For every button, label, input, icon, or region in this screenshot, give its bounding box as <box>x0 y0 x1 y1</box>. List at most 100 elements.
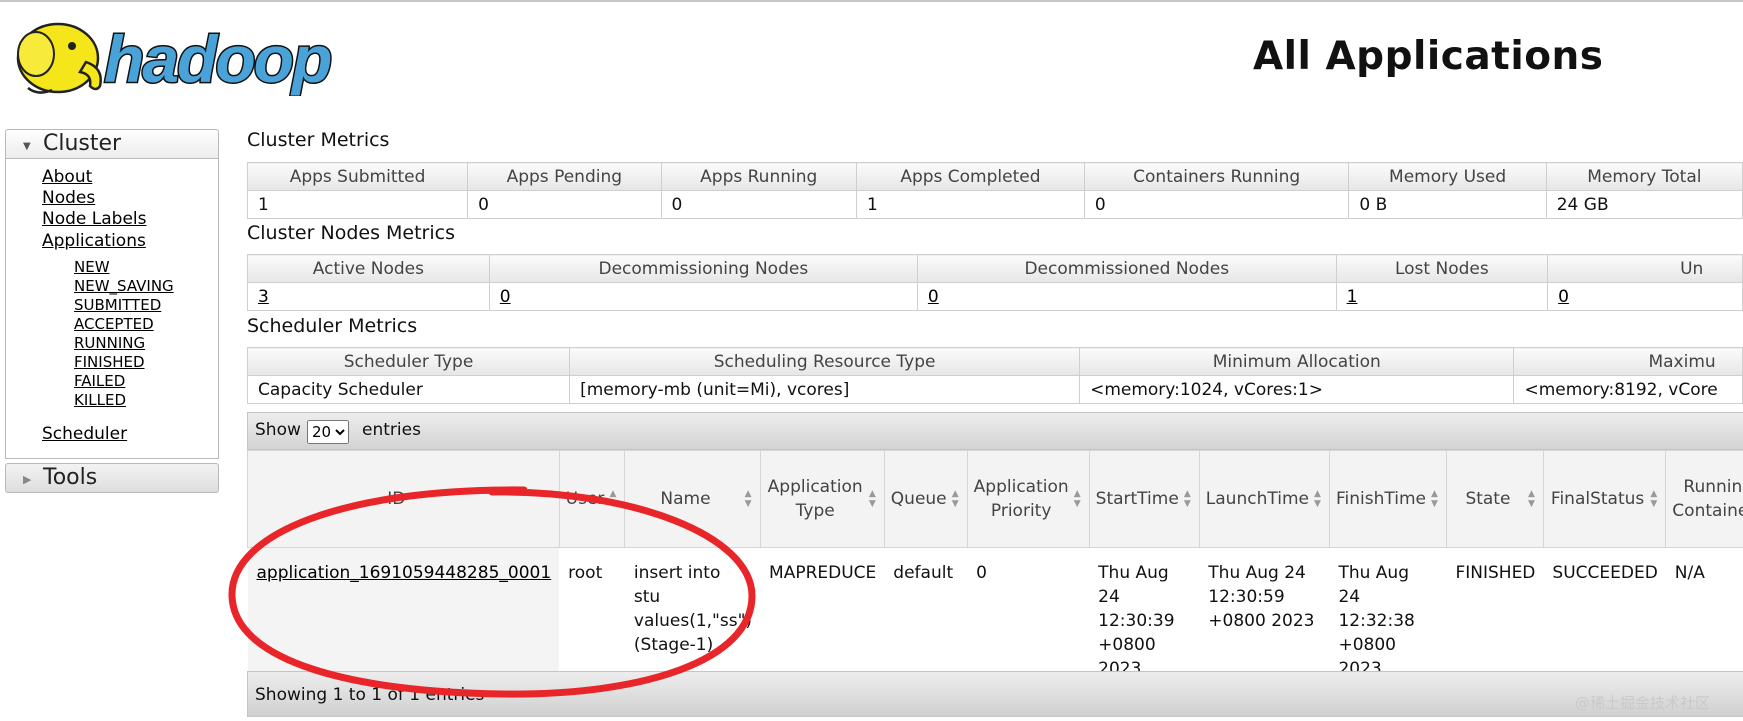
nav-applications-link[interactable]: Applications <box>42 231 146 251</box>
page-title: All Applications <box>1253 34 1604 79</box>
show-label: Show <box>255 420 301 440</box>
metric-value: <memory:1024, vCores:1> <box>1079 375 1515 404</box>
unhealthy-nodes-link[interactable]: 0 <box>1558 287 1569 307</box>
tools-nav-header[interactable]: ▶ Tools <box>5 463 219 493</box>
cell-starttime: Thu Aug 24 12:30:39 +0800 2023 <box>1089 547 1200 690</box>
metric-header: Minimum Allocation <box>1079 347 1515 376</box>
col-header-state[interactable]: State ▲ ▼ <box>1445 450 1544 548</box>
col-header-finishtime[interactable]: FinishTime ▲ ▼ <box>1328 450 1447 548</box>
watermark-text: @稀土掘金技术社区 <box>1575 694 1711 712</box>
sort-icon: ▲ ▼ <box>1527 489 1535 509</box>
col-header-type[interactable]: Application Type ▲ ▼ <box>759 450 885 548</box>
content-area: Cluster Metrics Apps Submitted Apps Pend… <box>0 0 1743 721</box>
metric-header: Decommissioning Nodes <box>488 254 918 283</box>
nodes-metrics-table: Active Nodes Decommissioning Nodes Decom… <box>247 254 1743 311</box>
applications-table: ID ◆ User ▲ ▼ Name ▲ ▼ Application Type ▲ ▼ Que… <box>247 450 1743 690</box>
top-border <box>0 0 1743 2</box>
decommissioning-nodes-link[interactable]: 0 <box>500 287 511 307</box>
metric-header: Lost Nodes <box>1335 254 1549 283</box>
cluster-nav-label: Cluster <box>43 131 122 156</box>
metric-header: Scheduling Resource Type <box>569 347 1081 376</box>
metric-value: 0 <box>660 190 857 219</box>
metric-header: Apps Pending <box>467 162 662 191</box>
cell-user: root <box>559 547 625 690</box>
metric-header: Active Nodes <box>247 254 490 283</box>
sort-icon: ▲ ▼ <box>744 489 752 509</box>
sort-icon: ▲ ▼ <box>951 489 959 509</box>
nav-nodes-link[interactable]: Nodes <box>42 188 95 208</box>
decommissioned-nodes-link[interactable]: 0 <box>928 287 939 307</box>
nav-about-link[interactable]: About <box>42 167 92 187</box>
nav-state-running-link[interactable]: RUNNING <box>74 334 145 352</box>
sort-icon: ◆ <box>543 489 551 499</box>
metric-header: Apps Completed <box>855 162 1085 191</box>
elephant-icon <box>16 22 102 94</box>
nav-state-failed-link[interactable]: FAILED <box>74 372 125 390</box>
metric-value: 24 GB <box>1545 190 1743 219</box>
lost-nodes-link[interactable]: 1 <box>1347 287 1358 307</box>
cluster-nav-header[interactable]: ▼ Cluster <box>5 129 219 159</box>
sort-icon: ▲ ▼ <box>609 489 617 509</box>
nav-state-submitted-link[interactable]: SUBMITTED <box>74 296 161 314</box>
col-header-queue[interactable]: Queue ▲ ▼ <box>883 450 968 548</box>
cell-finishtime: Thu Aug 24 12:32:38 +0800 2023 <box>1329 547 1447 690</box>
metric-value: <memory:8192, vCore <box>1513 375 1743 404</box>
scheduler-metrics-title: Scheduler Metrics <box>247 315 418 337</box>
cell-launchtime: Thu Aug 24 12:30:59 +0800 2023 <box>1199 547 1330 690</box>
application-id-link[interactable]: application_1691059448285_0001 <box>257 563 552 583</box>
cell-name: insert into stu values(1,"ss") (Stage-1) <box>624 547 761 690</box>
expand-triangle-icon: ▶ <box>23 473 32 486</box>
cluster-metrics-table: Apps Submitted Apps Pending Apps Running… <box>246 162 1743 219</box>
sort-icon: ▲ ▼ <box>1650 489 1658 509</box>
sort-icon: ▲ ▼ <box>1431 489 1438 509</box>
sort-icon: ▲ ▼ <box>868 489 876 509</box>
metric-value: 0 B <box>1348 190 1547 219</box>
metric-header: Un <box>1547 254 1743 283</box>
col-header-user[interactable]: User ▲ ▼ <box>558 450 626 548</box>
sort-icon: ▲ ▼ <box>1314 489 1321 509</box>
metric-header: Containers Running <box>1083 162 1350 191</box>
col-header-priority[interactable]: Application Priority ▲ ▼ <box>966 450 1090 548</box>
metric-value: [memory-mb (unit=Mi), vcores] <box>569 375 1081 404</box>
metric-value: 1 <box>855 190 1085 219</box>
logo-wordmark: hadoop <box>104 22 331 96</box>
nodes-metrics-title: Cluster Nodes Metrics <box>247 222 455 244</box>
cell-state: FINISHED <box>1446 547 1544 690</box>
tools-nav-label: Tools <box>43 465 98 490</box>
col-header-launchtime[interactable]: LaunchTime ▲ ▼ <box>1198 450 1330 548</box>
sort-icon: ▲ ▼ <box>1183 489 1191 509</box>
nav-node-labels-link[interactable]: Node Labels <box>42 209 147 229</box>
nav-state-new-link[interactable]: NEW <box>74 258 110 276</box>
cell-type: MAPREDUCE <box>760 547 885 690</box>
nav-scheduler-link[interactable]: Scheduler <box>42 424 127 444</box>
collapse-triangle-icon: ▼ <box>23 141 31 152</box>
metric-header: Decommissioned Nodes <box>916 254 1337 283</box>
nav-state-new-saving-link[interactable]: NEW_SAVING <box>74 277 174 295</box>
nav-state-finished-link[interactable]: FINISHED <box>74 353 145 371</box>
metric-value: Capacity Scheduler <box>246 375 571 404</box>
table-info-bar: Showing 1 to 1 of 1 entries <box>247 671 1743 717</box>
page-size-select[interactable]: 20 <box>307 420 349 444</box>
nav-state-accepted-link[interactable]: ACCEPTED <box>74 315 154 333</box>
cell-priority: 0 <box>967 547 1090 690</box>
col-header-running-containers[interactable]: Running Containers▲▼ <box>1665 450 1743 548</box>
nav-state-killed-link[interactable]: KILLED <box>74 391 126 409</box>
hadoop-logo[interactable]: hadoop <box>8 10 380 96</box>
table-info-text: Showing 1 to 1 of 1 entries <box>255 685 485 705</box>
col-header-finalstatus[interactable]: FinalStatus ▲ ▼ <box>1542 450 1667 548</box>
cell-queue: default <box>884 547 968 690</box>
sort-icon: ▲ ▼ <box>1073 489 1081 509</box>
metric-header: Scheduler Type <box>246 347 571 376</box>
scheduler-metrics-table: Scheduler Type Scheduling Resource Type … <box>246 347 1743 404</box>
metric-header: Apps Running <box>660 162 857 191</box>
cell-finalstatus: SUCCEEDED <box>1543 547 1666 690</box>
active-nodes-link[interactable]: 3 <box>258 287 269 307</box>
col-header-starttime[interactable]: StartTime ▲ ▼ <box>1088 450 1200 548</box>
metric-header: Apps Submitted <box>246 162 469 191</box>
metric-value: 0 <box>467 190 662 219</box>
metric-header: Memory Used <box>1348 162 1547 191</box>
col-header-id[interactable]: ID ◆ <box>247 450 560 548</box>
cluster-metrics-title: Cluster Metrics <box>247 129 390 151</box>
col-header-name[interactable]: Name ▲ ▼ <box>624 450 761 548</box>
metric-value: 1 <box>246 190 469 219</box>
